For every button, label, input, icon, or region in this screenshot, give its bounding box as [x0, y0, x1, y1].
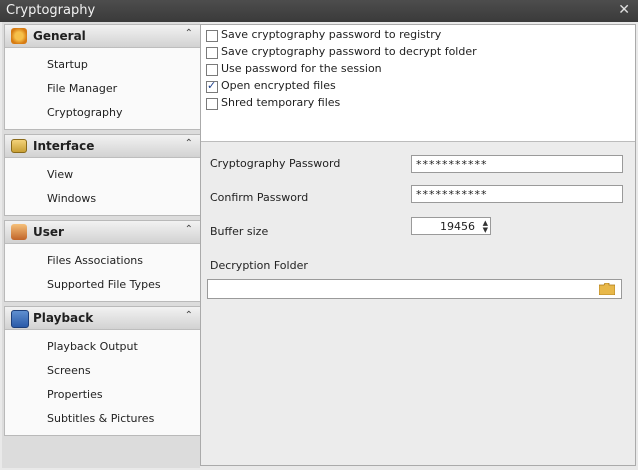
sidebar-item-properties[interactable]: Properties — [47, 388, 103, 401]
sidebar-item-files-associations[interactable]: Files Associations — [47, 254, 143, 267]
sidebar-item-screens[interactable]: Screens — [47, 364, 91, 377]
checkbox-label: Shred temporary files — [221, 96, 341, 109]
collapse-chevron-icon[interactable]: ⌃ — [185, 310, 193, 321]
decryption-folder-field[interactable] — [207, 279, 622, 299]
password-label: Cryptography Password — [210, 157, 341, 170]
group-label: Interface — [33, 139, 95, 153]
checkbox-label: Use password for the session — [221, 62, 382, 75]
sidebar-item-supported-file-types[interactable]: Supported File Types — [47, 278, 161, 291]
group-playback: Playback ⌃ Playback Output Screens Prope… — [4, 306, 201, 436]
group-label: User — [33, 225, 64, 239]
user-icon — [11, 224, 27, 240]
group-header-user[interactable]: User ⌃ — [5, 221, 200, 244]
group-header-general[interactable]: General ⌃ — [5, 25, 200, 48]
sidebar-item-file-manager[interactable]: File Manager — [47, 82, 117, 95]
confirm-password-label: Confirm Password — [210, 191, 309, 204]
checkbox-label: Save cryptography password to registry — [221, 28, 442, 41]
group-header-interface[interactable]: Interface ⌃ — [5, 135, 200, 158]
spin-down-icon[interactable]: ▼ — [483, 226, 488, 234]
buffer-size-value: 19456 — [440, 220, 475, 233]
window-title: Cryptography — [6, 3, 96, 18]
group-header-playback[interactable]: Playback ⌃ — [5, 307, 200, 330]
sidebar-item-subtitles-pictures[interactable]: Subtitles & Pictures — [47, 412, 154, 425]
group-general: General ⌃ Startup File Manager Cryptogra… — [4, 24, 201, 130]
checkbox-label: Save cryptography password to decrypt fo… — [221, 45, 477, 58]
checkbox-box[interactable] — [206, 98, 218, 110]
sidebar-item-startup[interactable]: Startup — [47, 58, 88, 71]
buffer-size-label: Buffer size — [210, 225, 269, 238]
settings-panel: Save cryptography password to registry S… — [200, 24, 636, 466]
checkbox-box-checked[interactable] — [206, 79, 218, 93]
cryptography-window: Cryptography ✕ General ⌃ Startup File Ma… — [0, 0, 638, 470]
checkbox-box[interactable] — [206, 47, 218, 59]
buffer-size-stepper[interactable]: 19456 ▲ ▼ — [411, 217, 491, 235]
sidebar-item-windows[interactable]: Windows — [47, 192, 96, 205]
password-field[interactable]: *********** — [411, 155, 623, 173]
collapse-chevron-icon[interactable]: ⌃ — [185, 28, 193, 39]
gear-icon — [11, 28, 27, 44]
checkbox-box[interactable] — [206, 64, 218, 76]
checkbox-label: Open encrypted files — [221, 79, 336, 92]
group-label: Playback — [33, 311, 94, 325]
confirm-password-field[interactable]: *********** — [411, 185, 623, 203]
collapse-chevron-icon[interactable]: ⌃ — [185, 224, 193, 235]
group-label: General — [33, 29, 86, 43]
decryption-folder-label: Decryption Folder — [210, 259, 308, 272]
sidebar-item-view[interactable]: View — [47, 168, 73, 181]
group-user: User ⌃ Files Associations Supported File… — [4, 220, 201, 302]
monitor-icon — [11, 139, 27, 153]
checkbox-box[interactable] — [206, 30, 218, 42]
playback-icon — [11, 310, 29, 328]
sidebar: General ⌃ Startup File Manager Cryptogra… — [2, 22, 201, 468]
collapse-chevron-icon[interactable]: ⌃ — [185, 138, 193, 149]
folder-browse-icon[interactable] — [599, 283, 615, 295]
group-interface: Interface ⌃ View Windows — [4, 134, 201, 216]
sidebar-item-playback-output[interactable]: Playback Output — [47, 340, 138, 353]
sidebar-item-cryptography[interactable]: Cryptography — [47, 106, 122, 119]
title-bar: Cryptography ✕ — [0, 0, 638, 22]
options-list: Save cryptography password to registry S… — [201, 25, 635, 142]
close-icon[interactable]: ✕ — [618, 2, 630, 18]
